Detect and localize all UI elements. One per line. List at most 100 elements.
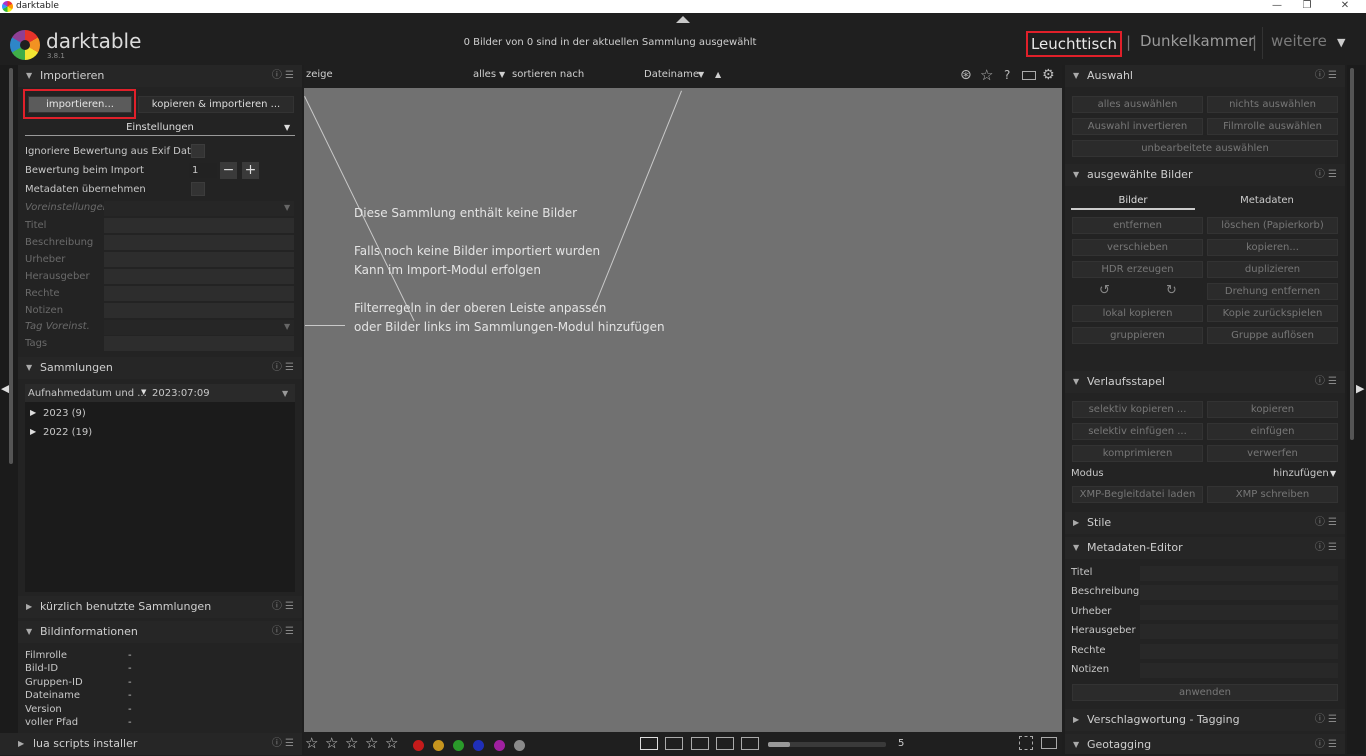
remove-button[interactable]: entfernen bbox=[1072, 217, 1203, 234]
view-darkroom[interactable]: Dunkelkammer bbox=[1140, 32, 1254, 50]
hdr-button[interactable]: HDR erzeugen bbox=[1072, 261, 1203, 278]
rotate-right-icon[interactable]: ↻ bbox=[1166, 283, 1177, 298]
module-selected-images-header[interactable]: ▼ ausgewählte Bilder ⓘ ☰ bbox=[1065, 164, 1345, 186]
collection-item[interactable]: 2023 (9) bbox=[43, 408, 86, 419]
module-import-header[interactable]: ▼ Importieren ⓘ ☰ bbox=[18, 65, 302, 87]
rating-value[interactable]: 1 bbox=[192, 165, 198, 176]
star-rating-icon[interactable]: ☆ bbox=[325, 734, 338, 752]
module-select-header[interactable]: ▼ Auswahl ⓘ ☰ bbox=[1065, 65, 1345, 87]
culling-layout-icon[interactable] bbox=[691, 737, 709, 750]
left-scrollbar[interactable] bbox=[9, 68, 13, 464]
chevron-down-icon[interactable]: ▼ bbox=[499, 65, 505, 85]
collapse-right-panel-icon[interactable]: ▶ bbox=[1356, 382, 1364, 395]
collection-value[interactable]: 2023:07:09 bbox=[152, 388, 210, 399]
selective-copy-button[interactable]: selektiv kopieren ... bbox=[1072, 401, 1203, 418]
star-rating-icon[interactable]: ☆ bbox=[305, 734, 318, 752]
local-copy-button[interactable]: lokal kopieren bbox=[1072, 305, 1203, 322]
meta-editor-title-field[interactable] bbox=[1140, 566, 1338, 581]
mode-dropdown[interactable]: hinzufügen bbox=[1273, 468, 1329, 479]
module-menu-icon[interactable]: ⓘ ☰ bbox=[1315, 537, 1337, 559]
culling-dynamic-icon[interactable] bbox=[716, 737, 734, 750]
meta-publisher-field[interactable] bbox=[104, 269, 294, 284]
module-styles-header[interactable]: ▶ Stile ⓘ ☰ bbox=[1065, 512, 1345, 534]
minimize-button[interactable]: — bbox=[1262, 0, 1292, 13]
maximize-button[interactable]: ❐ bbox=[1292, 0, 1322, 13]
chevron-down-icon[interactable]: ▼ bbox=[1337, 36, 1345, 49]
tab-metadata[interactable]: Metadaten bbox=[1205, 195, 1329, 206]
chevron-down-icon[interactable]: ▼ bbox=[284, 123, 290, 132]
star-rating-icon[interactable]: ☆ bbox=[365, 734, 378, 752]
meta-editor-creator-field[interactable] bbox=[1140, 605, 1338, 620]
meta-editor-description-field[interactable] bbox=[1140, 585, 1338, 600]
chevron-down-icon[interactable]: ▼ bbox=[1330, 469, 1336, 478]
trash-button[interactable]: löschen (Papierkorb) bbox=[1207, 217, 1338, 234]
sort-direction-icon[interactable]: ▲ bbox=[715, 65, 721, 85]
expand-arrow-icon[interactable]: ▶ bbox=[30, 427, 36, 436]
duplicate-button[interactable]: duplizieren bbox=[1207, 261, 1338, 278]
module-metadata-editor-header[interactable]: ▼ Metadaten-Editor ⓘ ☰ bbox=[1065, 537, 1345, 559]
module-menu-icon[interactable]: ⓘ ☰ bbox=[272, 596, 294, 618]
module-menu-icon[interactable]: ⓘ ☰ bbox=[1315, 512, 1337, 534]
load-xmp-button[interactable]: XMP-Begleitdatei laden bbox=[1072, 486, 1203, 503]
lighttable-center[interactable] bbox=[304, 88, 1062, 732]
meta-editor-publisher-field[interactable] bbox=[1140, 624, 1338, 639]
grouping-icon[interactable]: ⊛ bbox=[960, 65, 972, 85]
view-more[interactable]: weitere bbox=[1271, 32, 1327, 50]
move-button[interactable]: verschieben bbox=[1072, 239, 1203, 256]
meta-rights-field[interactable] bbox=[104, 286, 294, 301]
color-label-gray[interactable] bbox=[514, 740, 525, 751]
star-rating-icon[interactable]: ☆ bbox=[345, 734, 358, 752]
color-label-green[interactable] bbox=[453, 740, 464, 751]
module-imageinfo-header[interactable]: ▼ Bildinformationen ⓘ ☰ bbox=[18, 621, 302, 643]
color-label-red[interactable] bbox=[413, 740, 424, 751]
color-label-yellow[interactable] bbox=[433, 740, 444, 751]
write-xmp-button[interactable]: XMP schreiben bbox=[1207, 486, 1338, 503]
sort-dropdown[interactable]: Dateiname bbox=[644, 65, 699, 85]
settings-collapsible[interactable]: Einstellungen bbox=[25, 122, 295, 136]
select-none-button[interactable]: nichts auswählen bbox=[1207, 96, 1338, 113]
module-geotagging-header[interactable]: ▼ Geotagging ⓘ ☰ bbox=[1065, 734, 1345, 754]
plus-button[interactable]: + bbox=[242, 162, 259, 179]
collection-property[interactable]: Aufnahmedatum und ... bbox=[28, 388, 147, 399]
copy-button[interactable]: kopieren... bbox=[1207, 239, 1338, 256]
chevron-down-icon[interactable]: ▼ bbox=[698, 65, 704, 85]
collapse-top-panel-icon[interactable] bbox=[676, 16, 690, 23]
chevron-down-icon[interactable]: ▼ bbox=[141, 388, 146, 396]
help-icon[interactable]: ? bbox=[1004, 65, 1010, 85]
compress-button[interactable]: komprimieren bbox=[1072, 445, 1203, 462]
focus-peaking-icon[interactable] bbox=[1019, 736, 1033, 750]
module-tagging-header[interactable]: ▶ Verschlagwortung - Tagging ⓘ ☰ bbox=[1065, 709, 1345, 731]
ignore-exif-checkbox[interactable] bbox=[191, 144, 205, 158]
color-label-blue[interactable] bbox=[473, 740, 484, 751]
discard-button[interactable]: verwerfen bbox=[1207, 445, 1338, 462]
module-history-header[interactable]: ▼ Verlaufsstapel ⓘ ☰ bbox=[1065, 371, 1345, 393]
meta-title-field[interactable] bbox=[104, 218, 294, 233]
select-unedited-button[interactable]: unbearbeitete auswählen bbox=[1072, 140, 1338, 157]
module-lua-header[interactable]: ▶ lua scripts installer ⓘ ☰ bbox=[0, 733, 302, 755]
module-menu-icon[interactable]: ⓘ ☰ bbox=[1315, 65, 1337, 87]
zoom-value[interactable]: 5 bbox=[898, 738, 904, 749]
module-menu-icon[interactable]: ⓘ ☰ bbox=[272, 621, 294, 643]
keyboard-icon[interactable] bbox=[1022, 71, 1036, 80]
module-recent-header[interactable]: ▶ kürzlich benutzte Sammlungen ⓘ ☰ bbox=[18, 596, 302, 618]
history-copy-button[interactable]: kopieren bbox=[1207, 401, 1338, 418]
filemanager-layout-icon[interactable] bbox=[640, 737, 658, 750]
history-paste-button[interactable]: einfügen bbox=[1207, 423, 1338, 440]
tab-images[interactable]: Bilder bbox=[1071, 195, 1195, 206]
module-menu-icon[interactable]: ⓘ ☰ bbox=[1315, 164, 1337, 186]
meta-description-field[interactable] bbox=[104, 235, 294, 250]
presets-dropdown[interactable] bbox=[104, 201, 294, 216]
view-lighttable[interactable]: Leuchttisch bbox=[1026, 31, 1122, 57]
resync-button[interactable]: Kopie zurückspielen bbox=[1207, 305, 1338, 322]
module-menu-icon[interactable]: ⓘ ☰ bbox=[1315, 371, 1337, 393]
module-menu-icon[interactable]: ⓘ ☰ bbox=[1315, 709, 1337, 731]
tag-presets-dropdown[interactable] bbox=[104, 320, 294, 335]
tags-field[interactable] bbox=[104, 336, 294, 351]
right-scrollbar[interactable] bbox=[1350, 68, 1354, 440]
gear-icon[interactable]: ⚙ bbox=[1042, 65, 1055, 85]
meta-editor-notes-field[interactable] bbox=[1140, 663, 1338, 678]
module-menu-icon[interactable]: ⓘ ☰ bbox=[1315, 734, 1337, 756]
reset-rotation-button[interactable]: Drehung entfernen bbox=[1207, 283, 1338, 300]
filter-dropdown[interactable]: alles bbox=[473, 65, 496, 85]
minus-button[interactable]: − bbox=[220, 162, 237, 179]
